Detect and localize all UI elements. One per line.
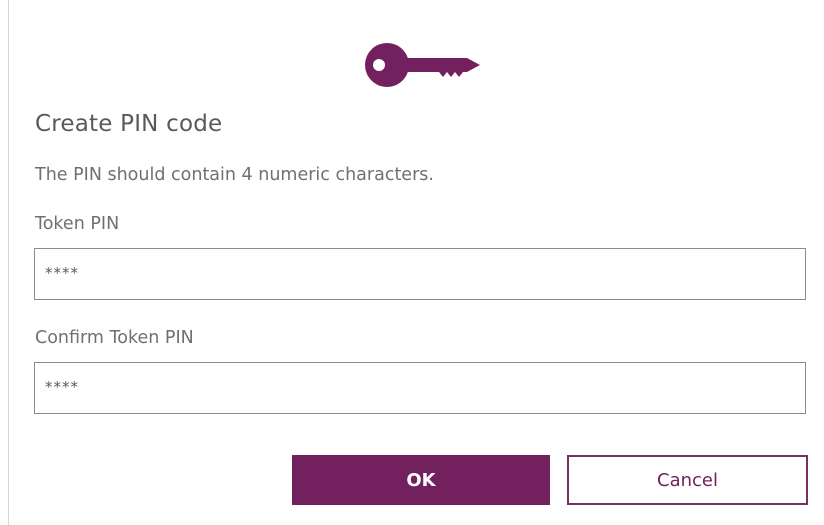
dialog-title: Create PIN code [35,111,223,137]
token-pin-value: **** [45,264,79,282]
confirm-token-pin-value: **** [45,378,79,396]
left-divider [8,0,9,525]
token-pin-label: Token PIN [35,214,120,234]
dialog-description: The PIN should contain 4 numeric charact… [35,165,434,185]
ok-button[interactable]: OK [292,455,550,505]
confirm-token-pin-label: Confirm Token PIN [35,328,194,348]
cancel-button[interactable]: Cancel [567,455,808,505]
confirm-token-pin-input[interactable]: **** [34,362,806,414]
token-pin-input[interactable]: **** [34,248,806,300]
key-icon [365,43,480,87]
create-pin-dialog: Create PIN code The PIN should contain 4… [0,0,824,525]
